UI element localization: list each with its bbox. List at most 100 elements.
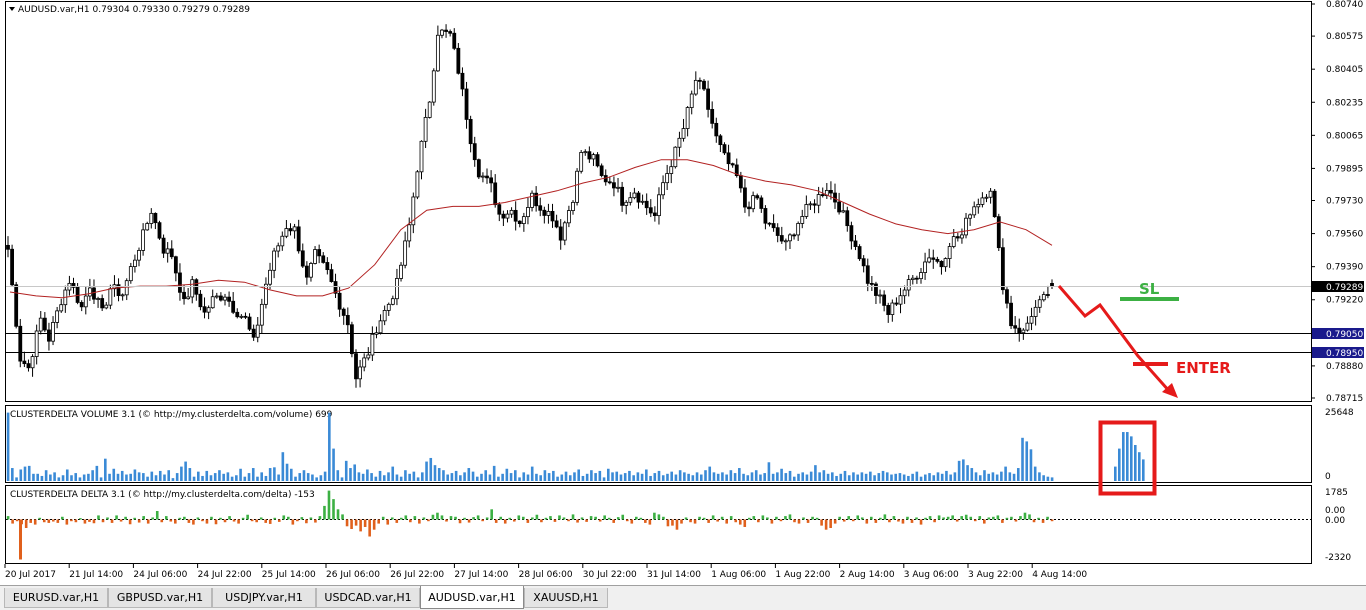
time-tick-label: 31 Jul 14:00 [647,570,701,580]
delta-bar [92,519,96,524]
volume-bar [70,475,73,481]
time-tick-label: 2 Aug 14:00 [840,570,895,580]
delta-bar [210,516,213,520]
volume-bar [687,473,690,481]
tab-usdjpy[interactable]: USDJPY.var,H1 [212,588,316,608]
delta-bar [942,517,945,520]
delta-bar [1005,517,1009,520]
candle-body [210,296,215,309]
delta-bar [752,516,756,520]
volume-bar [163,474,166,481]
volume-bar [268,468,272,481]
volume-bar [623,473,627,481]
candle-body [673,146,678,168]
triangle-down-icon[interactable] [9,7,15,11]
candle-body [1009,302,1013,327]
volume-bar [661,475,665,481]
volume-bar [404,470,407,481]
volume-bar [598,470,602,481]
candle-body [562,222,567,241]
delta-bar [327,490,331,520]
delta-bar [368,519,371,537]
volume-bar [585,473,589,481]
candle-body [100,298,105,309]
volume-bar [142,473,145,481]
volume-bar [792,476,796,481]
price-tick-label: 0.80575 [1326,32,1363,42]
time-tick-label: 3 Aug 22:00 [968,570,1023,580]
time-tick-label: 24 Jul 22:00 [198,570,252,580]
delta-bar [372,519,376,530]
volume-bar [91,470,94,481]
candle-body [403,240,408,266]
volume-bar [1008,472,1012,481]
volume-bar [154,475,158,481]
delta-bar [119,519,123,522]
candle-body [300,250,305,267]
candle-body [460,72,465,90]
delta-bar [223,519,227,523]
chart-area[interactable]: 0.80740 0.80575 0.80405 0.80235 0.80065 0.798… [0,0,1366,610]
volume-bar [957,460,961,481]
volume-bar [197,471,200,481]
candle-body [530,192,534,208]
delta-bar [110,519,114,523]
candle-body [833,192,837,203]
candle-body [538,205,543,211]
delta-bar [847,516,851,520]
volume-axis-max: 25648 [1325,408,1354,418]
delta-bar [232,519,236,522]
candle-body [816,194,821,206]
candle-body [698,79,702,82]
delta-bar [413,516,417,520]
volume-bar [40,475,44,481]
candle-body [173,256,178,274]
candle-body [1025,322,1030,331]
candle-body [984,196,989,199]
delta-bar [508,517,512,520]
candle-body [120,294,125,297]
candle-body [218,295,223,301]
tab-audusd[interactable]: AUDUSD.var,H1 [420,586,524,609]
volume-bar [484,470,488,481]
volume-bar [116,473,120,481]
delta-bar [277,519,281,522]
candle-body [722,144,727,154]
volume-bar [801,472,805,481]
candle-body [55,310,60,323]
volume-bar [298,473,302,481]
delta-bar [318,516,322,520]
time-tick-label: 30 Jul 22:00 [583,570,637,580]
delta-bar [341,514,344,520]
tab-xauusd[interactable]: XAUUSD,H1 [524,588,608,608]
candle-body [47,329,51,342]
time-tick-label: 1 Aug 06:00 [711,570,766,580]
volume-bar [704,470,707,481]
delta-bar [540,519,543,523]
delta-bar [693,519,697,524]
volume-bar [695,472,699,481]
candle-body [853,240,858,247]
volume-bar [171,478,175,481]
price-tick-label: 0.79895 [1326,164,1363,174]
candle-body [22,360,27,365]
time-tick-label: 25 Jul 14:00 [262,570,316,580]
candle-body [685,107,690,129]
candle-body [272,250,277,271]
delta-bar [350,519,353,530]
candle-body [755,195,760,199]
volume-bar [15,477,18,481]
delta-bar [246,514,249,520]
candle-body [223,296,227,301]
time-axis: 20 Jul 2017 21 Jul 14:00 24 Jul 06:00 24 Ju… [4,564,1087,580]
candle-body [440,29,444,36]
delta-bar [174,519,177,524]
price-tick-label: 0.78715 [1326,394,1363,404]
volume-bar [928,473,931,481]
candle-body [186,296,191,300]
tab-usdcad[interactable]: USDCAD.var,H1 [316,588,420,608]
tab-gbpusd[interactable]: GBPUSD.var,H1 [108,588,212,608]
tab-eurusd[interactable]: EURUSD.var,H1 [4,588,108,608]
candle-body [149,212,154,224]
delta-bar [97,515,100,520]
